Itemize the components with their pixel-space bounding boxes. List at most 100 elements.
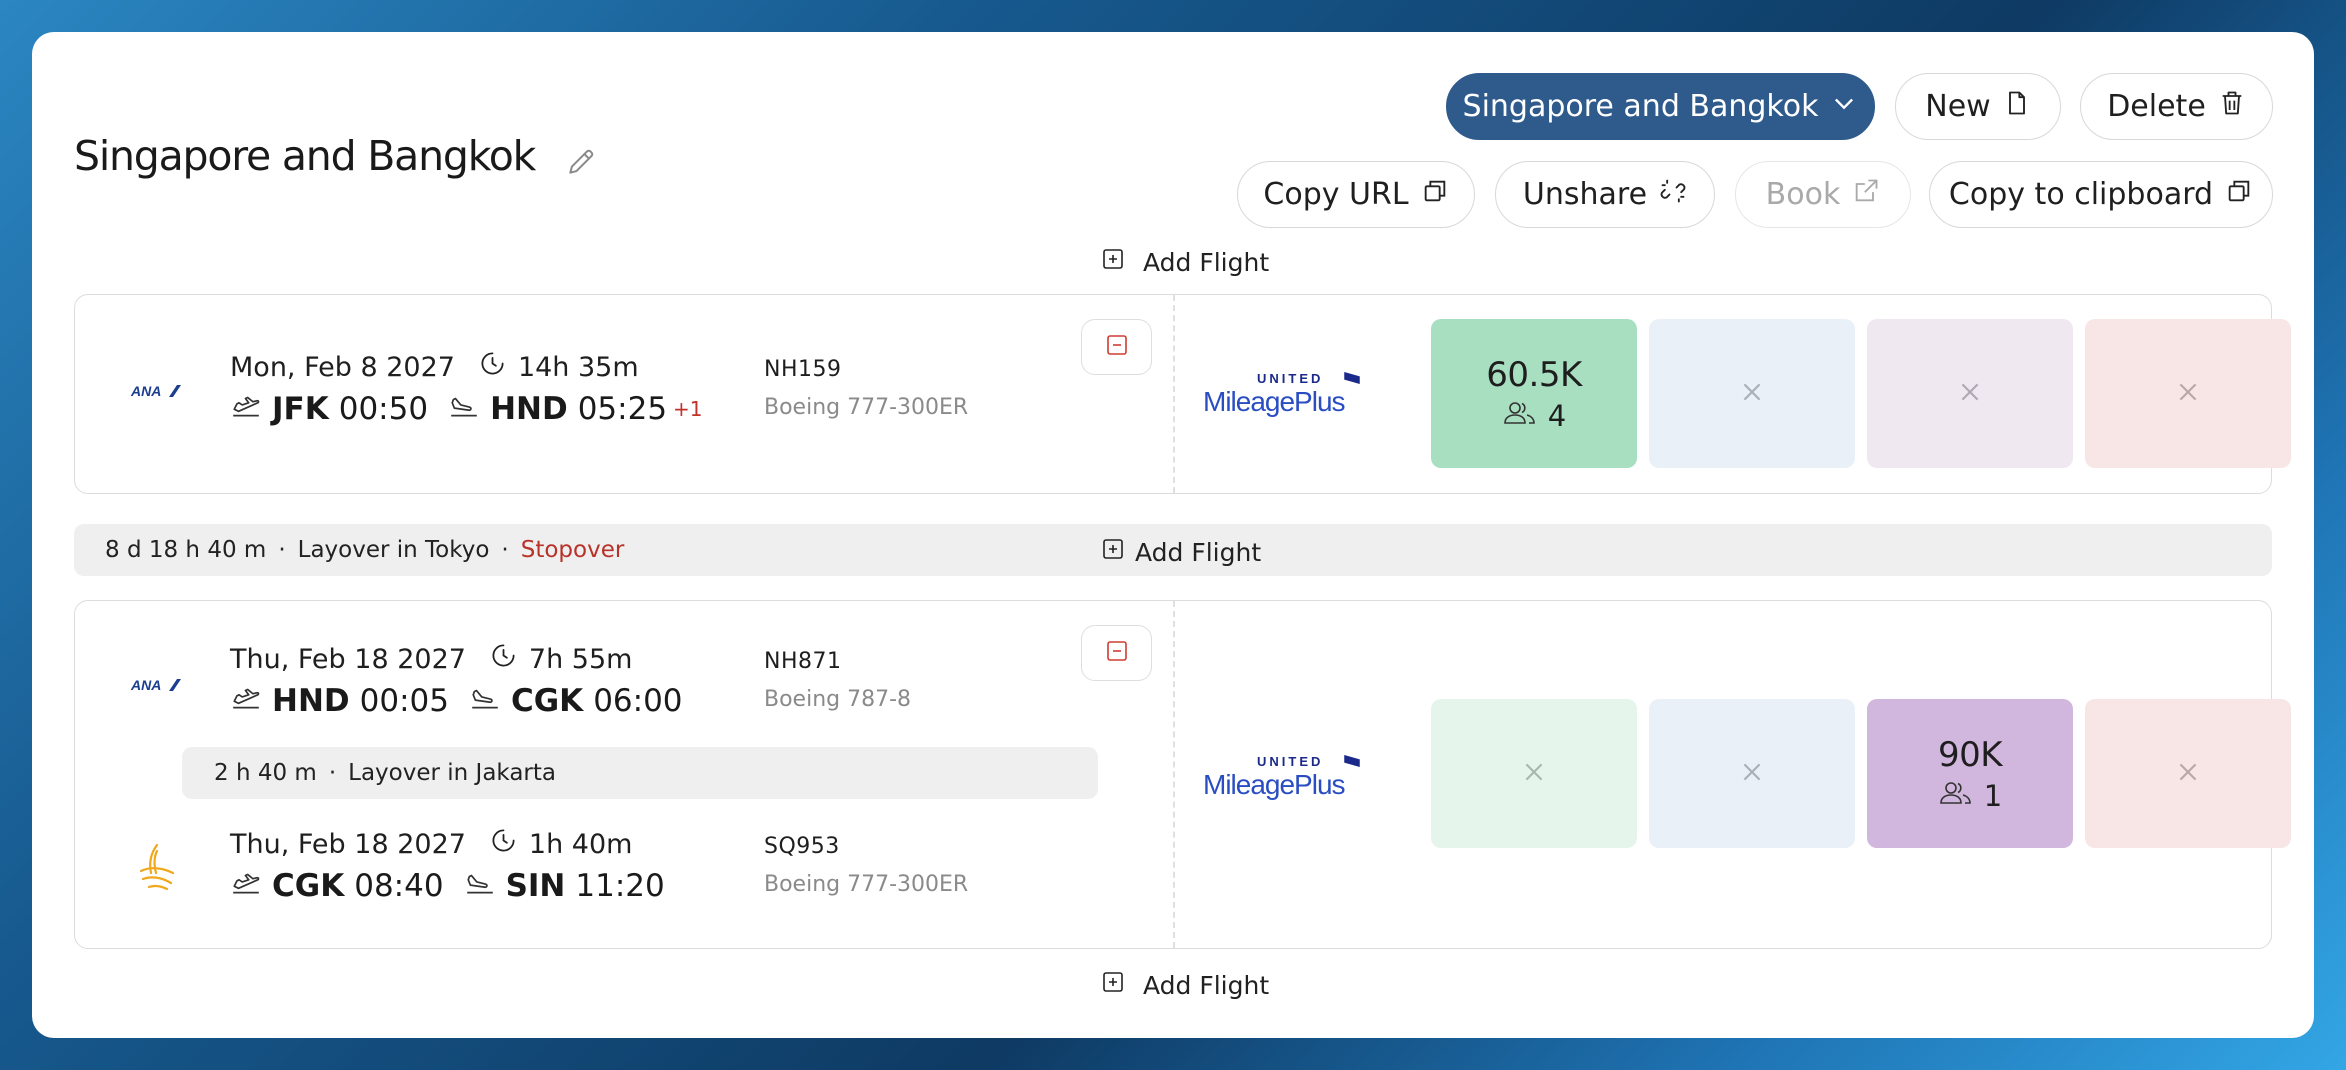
economy-award-cell[interactable]: 60.5K 4 <box>1431 319 1637 468</box>
card-divider <box>1173 601 1175 948</box>
add-flight-bottom-button[interactable]: Add Flight <box>1101 970 1269 1000</box>
business-award-cell[interactable]: 90K 1 <box>1867 699 2073 848</box>
clock-icon <box>467 350 506 384</box>
stopover-tag: Stopover <box>520 537 625 563</box>
stopover-band: 8 d 18 h 40 m · Layover in Tokyo · Stopo… <box>74 524 2272 576</box>
departure-time: 00:05 <box>359 683 449 719</box>
first-unavailable-cell <box>2085 319 2291 468</box>
departure-airport: HND <box>272 683 350 719</box>
separator-dot: · <box>328 760 337 786</box>
remove-flight-button[interactable] <box>1081 319 1152 375</box>
chevron-down-icon <box>1830 89 1858 125</box>
book-button[interactable]: Book <box>1735 161 1911 228</box>
arrival-airport: HND <box>490 391 568 427</box>
arrival-airport: SIN <box>505 868 566 904</box>
takeoff-icon <box>230 391 272 427</box>
aircraft-type: Boeing 787-8 <box>764 687 912 712</box>
economy-unavailable-cell <box>1431 699 1637 848</box>
add-flight-label: Add Flight <box>1143 970 1270 1000</box>
layover-duration: 2 h 40 m <box>214 760 317 786</box>
trip-select-dropdown[interactable]: Singapore and Bangkok <box>1446 73 1875 140</box>
singapore-airlines-bird-icon <box>135 841 179 897</box>
aircraft-type: Boeing 777-300ER <box>764 872 969 897</box>
copy-to-clipboard-button[interactable]: Copy to clipboard <box>1929 161 2273 228</box>
arrival-time: 11:20 <box>575 868 665 904</box>
unshare-button[interactable]: Unshare <box>1495 161 1715 228</box>
united-mileageplus-logo: UNITED MileagePlus <box>1203 369 1365 423</box>
award-points: 60.5K <box>1486 354 1582 395</box>
business-unavailable-cell <box>1867 319 2073 468</box>
flight-duration: 1h 40m <box>528 828 633 860</box>
add-flight-middle-button[interactable]: Add Flight <box>1101 537 1261 567</box>
broken-link-icon <box>1659 177 1687 213</box>
layover-location: Layover in Tokyo <box>297 537 490 563</box>
landing-icon <box>469 683 511 719</box>
layover-info: 8 d 18 h 40 m · Layover in Tokyo · Stopo… <box>105 524 624 576</box>
users-icon <box>1938 779 1974 813</box>
copy-icon <box>2225 177 2253 213</box>
delete-button[interactable]: Delete <box>2080 73 2273 140</box>
clock-icon <box>478 642 517 676</box>
flight-number: NH159 <box>764 357 842 382</box>
x-icon <box>2175 379 2201 409</box>
flight-duration: 7h 55m <box>528 643 633 675</box>
unshare-label: Unshare <box>1522 177 1648 212</box>
takeoff-icon <box>230 868 272 904</box>
program-line1: UNITED <box>1257 371 1323 386</box>
svg-text:ANA: ANA <box>130 677 161 693</box>
program-line1: UNITED <box>1257 754 1323 769</box>
trip-card: Singapore and Bangkok Singapore and Bang… <box>32 32 2314 1038</box>
trash-icon <box>2218 89 2246 125</box>
arrival-time: 06:00 <box>593 683 683 719</box>
seat-count: 1 <box>1983 778 2003 813</box>
seats-row: 1 <box>1938 779 2002 813</box>
departure-time: 00:50 <box>338 391 429 427</box>
flight-date-row: Thu, Feb 18 2027 1h 40m <box>230 827 632 861</box>
add-flight-top-button[interactable]: Add Flight <box>1101 247 1269 277</box>
flight-date: Thu, Feb 18 2027 <box>230 828 466 860</box>
x-icon <box>1957 379 1983 409</box>
svg-text:ANA: ANA <box>130 383 161 399</box>
layover-location: Layover in Jakarta <box>348 760 556 786</box>
award-points: 90K <box>1937 734 2003 775</box>
flight-date: Thu, Feb 18 2027 <box>230 643 466 675</box>
pencil-icon[interactable] <box>565 140 597 174</box>
departure-airport: CGK <box>272 868 345 904</box>
ana-logo: ANA <box>129 674 185 700</box>
copy-url-label: Copy URL <box>1263 177 1409 212</box>
landing-icon <box>448 391 490 427</box>
card-divider <box>1173 295 1175 493</box>
day-offset-badge: +1 <box>673 397 703 421</box>
new-button[interactable]: New <box>1895 73 2061 140</box>
users-icon <box>1502 399 1538 433</box>
add-flight-label: Add Flight <box>1143 247 1270 277</box>
delete-button-label: Delete <box>2107 89 2206 124</box>
clock-icon <box>478 827 517 861</box>
plus-square-icon <box>1101 537 1125 567</box>
flight-route: JFK 00:50 HND 05:25 +1 <box>230 391 703 427</box>
arrival-airport: CGK <box>510 683 584 719</box>
premium-economy-unavailable-cell <box>1649 699 1855 848</box>
takeoff-icon <box>230 683 272 719</box>
united-mileageplus-logo: UNITED MileagePlus <box>1203 752 1365 806</box>
separator-dot: · <box>501 537 509 563</box>
remove-flight-button[interactable] <box>1081 625 1152 681</box>
seats-row: 4 <box>1502 399 1566 433</box>
flight-route: CGK 08:40 SIN 11:20 <box>230 868 665 904</box>
copy-url-button[interactable]: Copy URL <box>1237 161 1475 228</box>
ana-logo: ANA <box>129 380 185 406</box>
separator-dot: · <box>278 537 286 563</box>
x-icon <box>1739 379 1765 409</box>
trip-select-label: Singapore and Bangkok <box>1462 89 1819 124</box>
first-unavailable-cell <box>2085 699 2291 848</box>
layover-duration: 8 d 18 h 40 m <box>105 537 267 563</box>
minus-square-icon <box>1105 333 1129 361</box>
flight-card-1: ANA Mon, Feb 8 2027 14h 35m JFK 00:50 HN… <box>74 294 2291 494</box>
plus-square-icon <box>1101 970 1125 1000</box>
x-icon <box>2175 759 2201 789</box>
flight-duration: 14h 35m <box>517 351 639 383</box>
arrival-time: 05:25 <box>577 391 668 427</box>
minus-square-icon <box>1105 639 1129 667</box>
flight-date-row: Thu, Feb 18 2027 7h 55m <box>230 642 632 676</box>
seat-count: 4 <box>1547 398 1567 433</box>
